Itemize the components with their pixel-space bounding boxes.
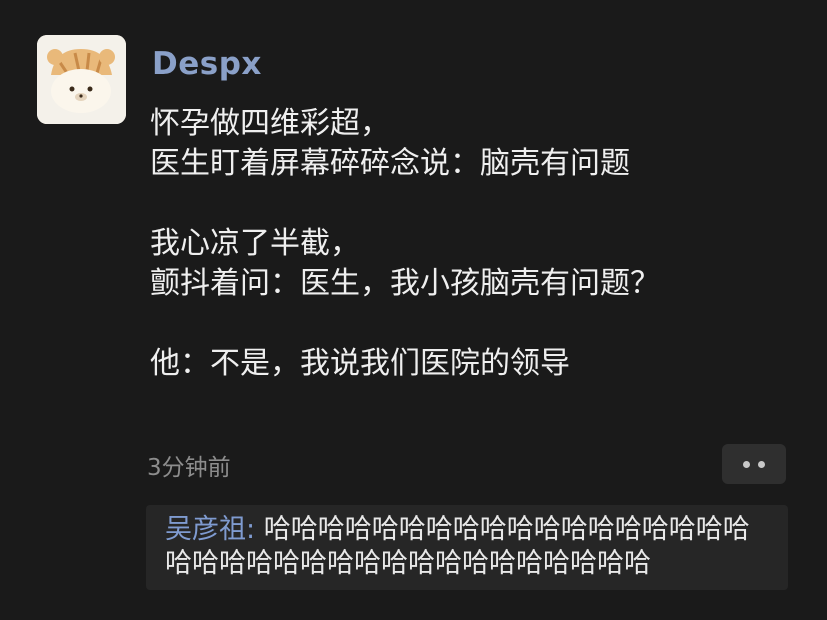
post-line: 怀孕做四维彩超，	[150, 106, 390, 141]
post-timestamp: 3分钟前	[147, 455, 231, 481]
post-line: 颤抖着问：医生，我小孩脑壳有问题？	[150, 266, 660, 301]
post-line: 医生盯着屏幕碎碎念说：脑壳有问题	[150, 146, 630, 181]
comment-author[interactable]: 吴彦祖	[165, 514, 246, 545]
post-line	[150, 304, 800, 344]
post-line: 我心凉了半截，	[150, 226, 360, 261]
avatar[interactable]	[37, 35, 126, 124]
more-options-button[interactable]	[722, 444, 786, 484]
bear-avatar-icon	[37, 35, 126, 124]
post-line: 他：不是，我说我们医院的领导	[150, 346, 570, 381]
more-dots-icon	[743, 460, 750, 468]
comment-separator: :	[246, 514, 256, 545]
more-dots-icon	[758, 460, 765, 468]
post-author-name[interactable]: Despx	[152, 46, 262, 82]
post-line	[150, 184, 800, 224]
post-content: 怀孕做四维彩超， 医生盯着屏幕碎碎念说：脑壳有问题 我心凉了半截， 颤抖着问：医…	[150, 104, 800, 384]
comment-item[interactable]: 吴彦祖: 哈哈哈哈哈哈哈哈哈哈哈哈哈哈哈哈哈哈哈哈哈哈哈哈哈哈哈哈哈哈哈哈哈哈哈…	[146, 505, 788, 590]
